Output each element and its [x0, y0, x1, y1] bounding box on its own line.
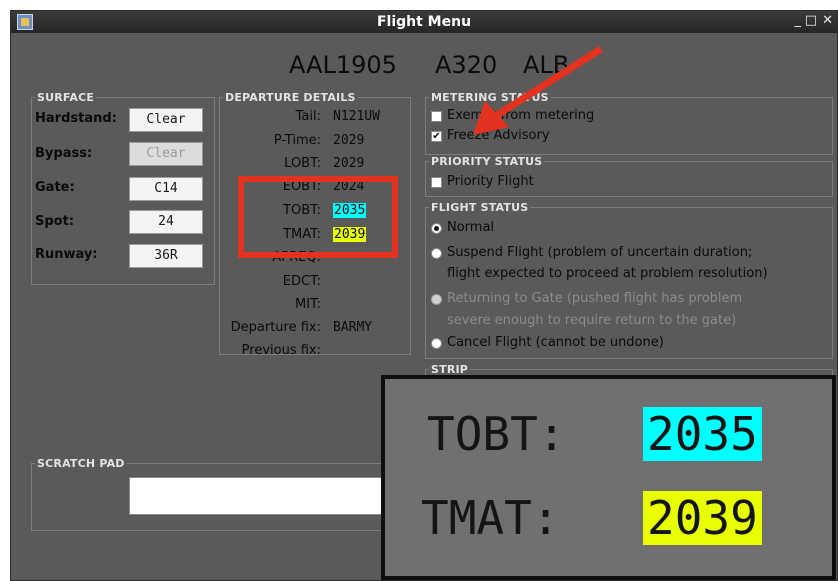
spot-button[interactable]: 24: [129, 210, 203, 234]
lobt-label: LOBT:: [284, 156, 321, 171]
departure-details-legend: DEPARTURE DETAILS: [225, 91, 356, 104]
suspend-label: Suspend Flight (problem of uncertain dur…: [447, 245, 753, 260]
runway-button[interactable]: 36R: [129, 244, 203, 268]
gate-label: Gate:: [35, 180, 75, 195]
zoom-tobt-value: 2035: [643, 407, 762, 461]
priority-flight-checkbox[interactable]: [431, 177, 442, 188]
bypass-label: Bypass:: [35, 146, 93, 161]
flight-status-legend: FLIGHT STATUS: [431, 201, 529, 214]
scratch-pad-legend: SCRATCH PAD: [37, 457, 125, 470]
zoom-tobt-label: TOBT:: [427, 407, 566, 461]
departure-fix-value: BARMY: [333, 320, 373, 335]
returning-label-line2: severe enough to require return to the g…: [447, 313, 737, 328]
zoom-tmat-label: TMAT:: [421, 491, 560, 545]
suspend-radio[interactable]: [431, 248, 442, 259]
maximize-button[interactable]: □: [805, 13, 817, 28]
normal-label: Normal: [447, 220, 495, 235]
ptime-value: 2029: [333, 133, 365, 148]
close-button[interactable]: ✕: [822, 13, 833, 28]
highlight-annotation-box: [238, 176, 398, 258]
flight-menu-window: Flight Menu _ □ ✕ AAL1905 A320 ALB SURFA…: [10, 10, 838, 581]
previous-fix-label: Previous fix:: [241, 343, 321, 358]
priority-status-legend: PRIORITY STATUS: [431, 155, 543, 168]
departure-fix-label: Departure fix:: [230, 320, 321, 335]
cancel-label: Cancel Flight (cannot be undone): [447, 335, 664, 350]
exempt-checkbox[interactable]: [431, 111, 442, 122]
spot-label: Spot:: [35, 214, 75, 229]
hardstand-label: Hardstand:: [35, 111, 117, 126]
title-bar: Flight Menu _ □ ✕: [11, 11, 837, 33]
surface-legend: SURFACE: [37, 91, 95, 104]
freeze-advisory-checkbox[interactable]: ✔: [431, 131, 442, 142]
window-title: Flight Menu: [376, 14, 472, 30]
callsign: AAL1905: [289, 51, 397, 79]
minimize-button[interactable]: _: [795, 13, 802, 28]
gate-button[interactable]: C14: [129, 177, 203, 201]
cancel-radio[interactable]: [431, 338, 442, 349]
returning-label: Returning to Gate (pushed flight has pro…: [447, 291, 743, 306]
returning-radio: [431, 294, 442, 305]
red-arrow-icon: [473, 46, 603, 135]
priority-flight-label: Priority Flight: [447, 174, 534, 189]
hardstand-button[interactable]: Clear: [129, 108, 203, 132]
tail-value: N121UW: [333, 109, 380, 124]
zoom-tmat-value: 2039: [643, 491, 762, 545]
lobt-value: 2029: [333, 156, 365, 171]
runway-label: Runway:: [35, 247, 98, 262]
edct-label: EDCT:: [282, 274, 321, 289]
tail-label: Tail:: [295, 109, 321, 124]
suspend-label-line2: flight expected to proceed at problem re…: [447, 266, 768, 281]
bypass-button: Clear: [129, 142, 203, 166]
normal-radio[interactable]: [431, 223, 442, 234]
ptime-label: P-Time:: [273, 133, 321, 148]
zoom-inset: TOBT: 2035 TMAT: 2039: [381, 375, 836, 580]
mit-label: MIT:: [295, 297, 321, 312]
